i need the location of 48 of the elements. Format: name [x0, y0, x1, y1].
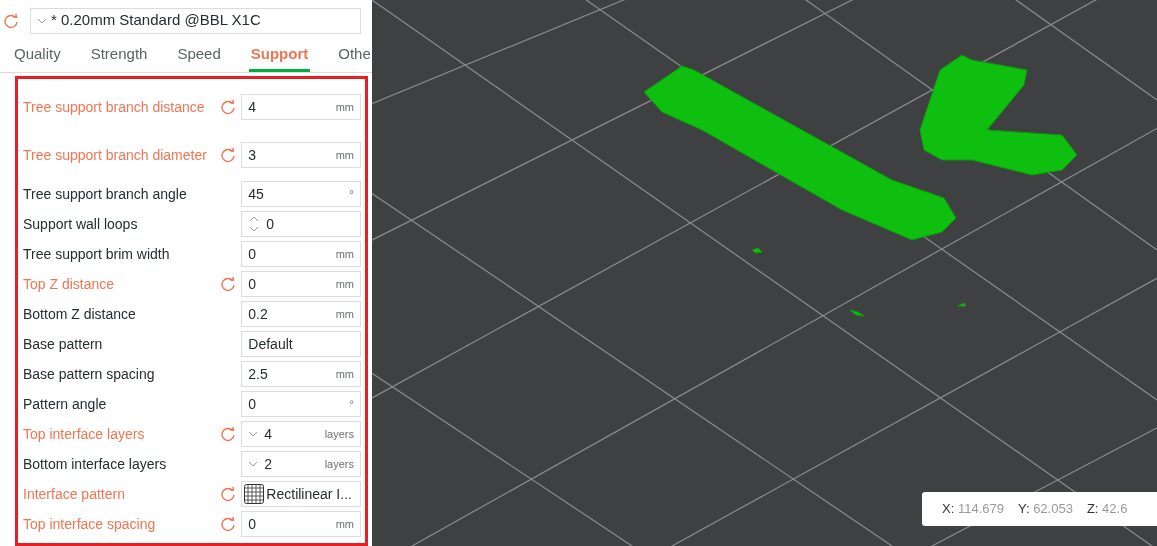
setting-label: Bottom interface layers [23, 455, 168, 473]
settings-tab[interactable]: Othe [336, 42, 373, 72]
reset-icon[interactable] [220, 516, 237, 532]
setting-label: Pattern angle [23, 395, 108, 413]
setting-label: Tree support brim width [23, 245, 171, 263]
setting-field[interactable]: Rectilinear I... [241, 481, 361, 507]
setting-label: Top interface spacing [23, 515, 157, 533]
setting-field[interactable]: 2.5 mm [241, 361, 361, 387]
caret-icon [248, 431, 259, 437]
setting-field[interactable]: 0 [241, 211, 361, 237]
setting-field[interactable]: 0 mm [241, 241, 361, 267]
settings-tab[interactable]: Speed [175, 42, 223, 72]
grid-pattern-icon [244, 484, 265, 504]
setting-field[interactable]: 4 mm [241, 94, 361, 120]
reset-icon[interactable] [220, 99, 237, 115]
setting-label: Interface pattern [23, 485, 126, 503]
setting-field[interactable]: 0 mm [241, 271, 361, 297]
setting-field[interactable]: 45 ° [241, 181, 361, 207]
settings-tab[interactable]: Strength [88, 42, 150, 72]
reset-icon[interactable] [3, 12, 19, 29]
settings-tab[interactable]: Quality [12, 42, 63, 72]
reset-icon[interactable] [220, 486, 237, 502]
setting-label: Base pattern [23, 335, 104, 353]
reset-icon[interactable] [220, 426, 237, 442]
caret-icon [37, 17, 47, 24]
caret-icon [248, 461, 259, 467]
setting-field[interactable]: 0 ° [241, 391, 361, 417]
coordinate-value: X: 114.679 [942, 500, 1004, 519]
spinner-arrows-icon[interactable] [248, 215, 261, 233]
coordinate-value: Y: 62.053 [1017, 500, 1073, 519]
setting-field[interactable]: 0.2 mm [241, 301, 361, 327]
setting-field[interactable]: 3 mm [241, 142, 361, 168]
setting-label: Tree support branch angle [23, 185, 188, 203]
setting-label: Bottom Z distance [23, 305, 137, 323]
setting-field[interactable]: Default [241, 331, 361, 357]
reset-icon[interactable] [220, 147, 237, 163]
setting-label: Tree support branch diameter [23, 146, 208, 164]
setting-label: Support wall loops [23, 215, 139, 233]
reset-icon[interactable] [220, 276, 237, 292]
preset-dropdown[interactable]: * 0.20mm Standard @BBL X1C [30, 7, 361, 34]
setting-field[interactable]: 4 layers [241, 421, 361, 447]
coordinate-value: Z: 42.6 [1086, 500, 1128, 519]
setting-label: Tree support branch distance [23, 98, 206, 116]
setting-label: Top Z distance [23, 275, 116, 293]
setting-field[interactable]: 0 mm [241, 511, 361, 537]
setting-label: Base pattern spacing [23, 365, 156, 383]
setting-label: Top interface layers [23, 425, 146, 443]
setting-field[interactable]: 2 layers [241, 451, 361, 477]
